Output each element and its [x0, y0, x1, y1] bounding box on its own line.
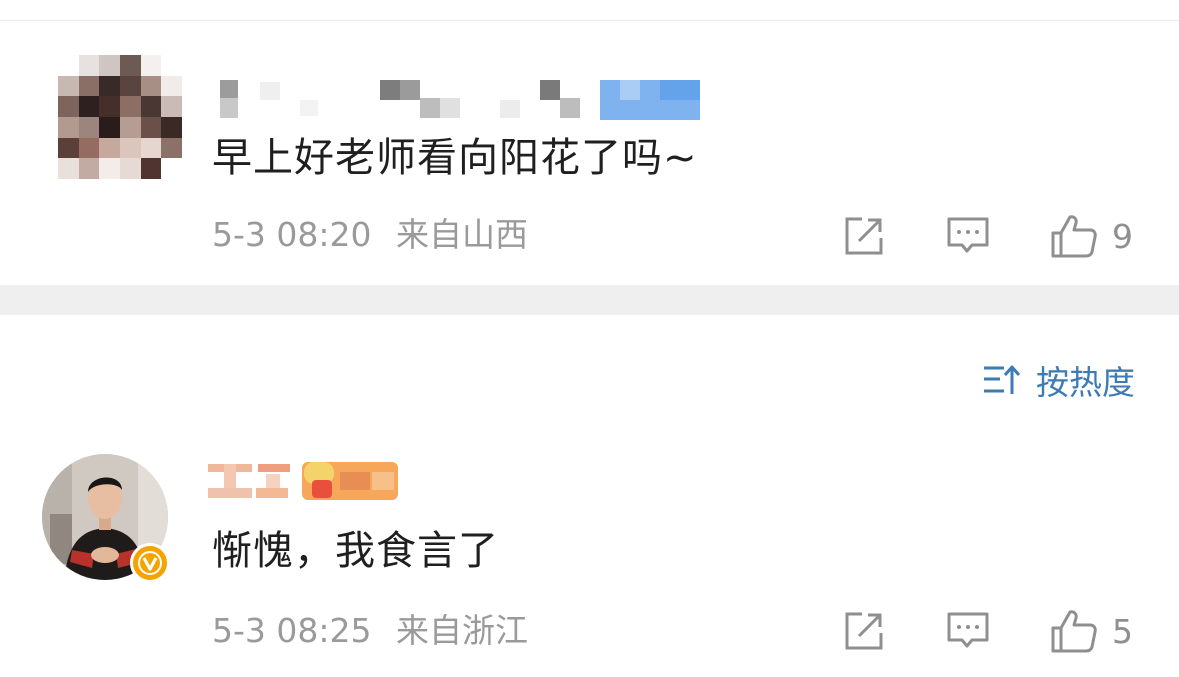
- avatar[interactable]: [58, 55, 182, 179]
- comment-meta: 5-3 08:25 来自浙江: [212, 614, 528, 647]
- comment-item: 早上好老师看向阳花了吗~ 5-3 08:20 来自山西 9: [0, 0, 1179, 285]
- like-button[interactable]: 9: [1050, 212, 1133, 260]
- reply-button[interactable]: [946, 607, 990, 655]
- username-blurred[interactable]: [208, 460, 398, 502]
- share-out-icon: [842, 609, 886, 653]
- comment-icon: [946, 214, 990, 258]
- like-button[interactable]: 5: [1050, 607, 1133, 655]
- share-out-icon: [842, 214, 886, 258]
- comment-icon: [946, 609, 990, 653]
- verified-badge: [130, 543, 170, 583]
- thumbs-up-icon: [1050, 608, 1098, 654]
- comment-text: 惭愧，我食言了: [212, 528, 499, 574]
- like-count: 5: [1112, 611, 1133, 651]
- reply-button[interactable]: [946, 212, 990, 260]
- share-button[interactable]: [842, 212, 886, 260]
- comment-meta: 5-3 08:20 来自山西: [212, 218, 528, 251]
- thumbs-up-icon: [1050, 213, 1098, 259]
- comment-time: 5-3 08:20: [212, 215, 372, 254]
- section-divider: [0, 285, 1179, 315]
- comment-actions: 9: [840, 212, 1140, 260]
- comment-actions: 5: [840, 607, 1140, 655]
- comment-location: 来自山西: [396, 215, 528, 254]
- share-button[interactable]: [842, 607, 886, 655]
- username-blurred[interactable]: [218, 78, 700, 120]
- comment-time: 5-3 08:25: [212, 611, 372, 650]
- like-count: 9: [1112, 216, 1133, 256]
- comment-text: 早上好老师看向阳花了吗~: [212, 135, 698, 181]
- comment-location: 来自浙江: [396, 611, 528, 650]
